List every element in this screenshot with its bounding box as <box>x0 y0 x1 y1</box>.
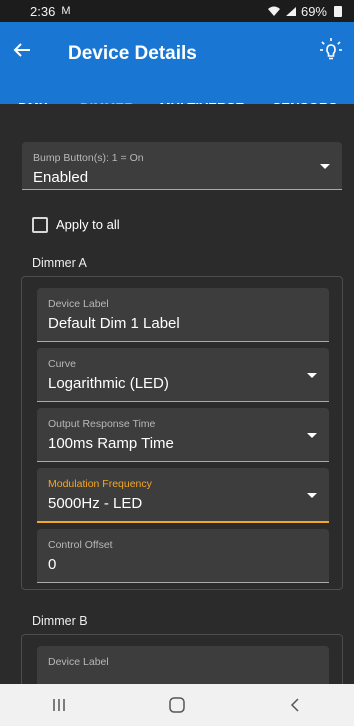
battery-percent: 69% <box>300 3 327 19</box>
offset-value: 0 <box>48 556 57 573</box>
signal-icon <box>285 6 296 16</box>
recent-apps-button[interactable] <box>39 690 79 720</box>
dimmer-a-modulation-select[interactable]: Modulation Frequency 5000Hz - LED <box>37 468 329 523</box>
response-value: 100ms Ramp Time <box>48 435 174 452</box>
page-title: Device Details <box>68 43 197 64</box>
status-right: 69% <box>267 4 342 19</box>
chevron-left-icon <box>290 698 299 712</box>
bump-button-select[interactable]: Bump Button(s): 1 = On Enabled <box>22 142 342 190</box>
recent-apps-icon <box>53 699 65 711</box>
bump-button-value: Enabled <box>33 169 89 186</box>
home-icon <box>169 697 185 713</box>
home-button[interactable] <box>157 690 197 720</box>
status-bar: 2:36 M 69% <box>0 0 354 22</box>
curve-caption: Curve <box>48 358 77 370</box>
dimmer-a-offset-field[interactable]: Control Offset 0 <box>37 529 329 583</box>
bump-button-label: Bump Button(s): 1 = On <box>33 152 144 164</box>
apply-to-all-label: Apply to all <box>56 217 120 232</box>
offset-caption: Control Offset <box>48 539 113 551</box>
device-label-caption: Device Label <box>48 298 109 310</box>
device-label-caption: Device Label <box>48 656 109 668</box>
device-label-value: Default Dim 1 Label <box>48 315 180 332</box>
app-bar: Device Details DMX DIMMER MULTIVERSE SEN… <box>0 22 354 126</box>
dimmer-b-device-label-field[interactable]: Device Label <box>37 646 329 684</box>
dimmer-a-device-label-field[interactable]: Device Label Default Dim 1 Label <box>37 288 329 342</box>
wifi-icon <box>267 6 280 16</box>
arrow-left-icon <box>13 43 30 57</box>
dimmer-a-response-select[interactable]: Output Response Time 100ms Ramp Time <box>37 408 329 462</box>
dropdown-arrow-icon <box>320 163 330 169</box>
modulation-caption: Modulation Frequency <box>48 478 152 490</box>
content-scroll[interactable]: Bump Button(s): 1 = On Enabled Apply to … <box>0 104 354 684</box>
dropdown-arrow-icon <box>307 492 317 498</box>
notification-icon: M <box>61 5 71 17</box>
curve-value: Logarithmic (LED) <box>48 375 169 392</box>
modulation-value: 5000Hz - LED <box>48 495 143 512</box>
dimmer-a-curve-select[interactable]: Curve Logarithmic (LED) <box>37 348 329 402</box>
status-time: 2:36 <box>30 3 56 19</box>
dropdown-arrow-icon <box>307 372 317 378</box>
dimmer-b-title: Dimmer B <box>32 614 88 628</box>
dimmer-a-title: Dimmer A <box>32 256 87 270</box>
system-nav-bar <box>0 684 354 726</box>
nav-back-button[interactable] <box>275 690 315 720</box>
dropdown-arrow-icon <box>307 432 317 438</box>
apply-to-all-checkbox[interactable] <box>32 217 48 233</box>
lightbulb-icon[interactable] <box>318 36 344 62</box>
response-caption: Output Response Time <box>48 418 156 430</box>
back-button[interactable] <box>8 36 36 64</box>
battery-icon <box>334 5 342 17</box>
